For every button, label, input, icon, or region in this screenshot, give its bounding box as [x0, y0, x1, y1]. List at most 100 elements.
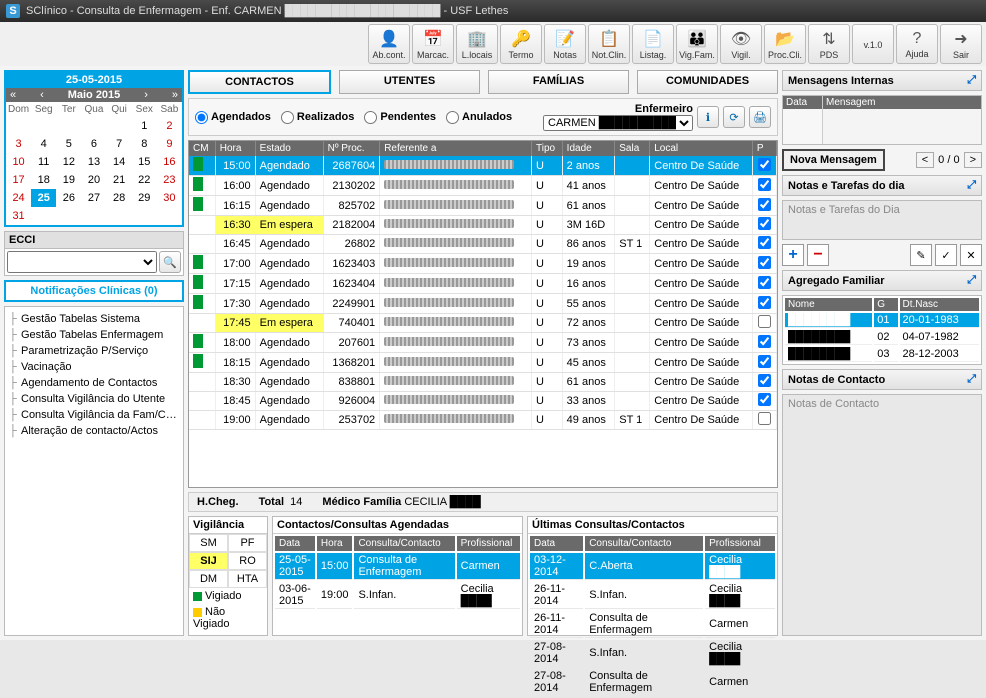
clinical-notifications[interactable]: Notificações Clínicas (0) [4, 280, 184, 302]
vig-cell[interactable]: DM [189, 570, 228, 588]
row[interactable]: 27-08-2014S.Infan.Cecilia ████ [530, 640, 775, 667]
expand-icon[interactable]: ⤢ [967, 179, 976, 192]
msg-prev[interactable]: < [916, 152, 934, 168]
calendar-day[interactable]: 12 [56, 153, 81, 171]
tree-item[interactable]: Consulta Vigilância do Utente [7, 391, 181, 407]
agg-row[interactable]: ████████0328-12-2003 [785, 347, 979, 362]
calendar-day[interactable]: 2 [157, 117, 182, 135]
calendar-day[interactable]: 1 [132, 117, 157, 135]
row[interactable]: 03-12-2014C.AbertaCecilia ████ [530, 553, 775, 580]
calendar-day[interactable]: 10 [6, 153, 31, 171]
tree-item[interactable]: Vacinação [7, 359, 181, 375]
calendar-day[interactable]: 15 [132, 153, 157, 171]
calendar-day[interactable]: 17 [6, 171, 31, 189]
calendar-day[interactable]: 29 [132, 189, 157, 207]
calendar-day[interactable]: 26 [56, 189, 81, 207]
vig-cell[interactable]: RO [228, 552, 267, 570]
edit-icon[interactable]: ✎ [910, 244, 932, 266]
vig-cell[interactable]: PF [228, 534, 267, 552]
remove-icon[interactable]: − [807, 244, 829, 266]
calendar-day[interactable]: 3 [6, 135, 31, 153]
appointment-row[interactable]: 18:30Agendado838801U61 anosCentro De Saú… [189, 373, 777, 392]
calendar-day[interactable]: 8 [132, 135, 157, 153]
calendar-day[interactable]: 23 [157, 171, 182, 189]
cal-next-month[interactable]: › [142, 89, 150, 101]
calendar-day[interactable]: 11 [31, 153, 56, 171]
calendar-day[interactable]: 25 [31, 189, 56, 207]
tree-item[interactable]: Consulta Vigilância da Fam/Com [7, 407, 181, 423]
calendar-day[interactable]: 31 [6, 207, 31, 225]
appointment-row[interactable]: 17:15Agendado1623404U16 anosCentro De Sa… [189, 274, 777, 294]
calendar-day[interactable]: 5 [56, 135, 81, 153]
toolbar-proccli[interactable]: 📂Proc.Cli. [764, 24, 806, 64]
calendar-day[interactable]: 24 [6, 189, 31, 207]
toolbar-abcont[interactable]: 👤Ab.cont. [368, 24, 410, 64]
toolbar-ajuda[interactable]: ?Ajuda [896, 24, 938, 64]
add-icon[interactable]: + [782, 244, 804, 266]
appointment-row[interactable]: 18:00Agendado207601U73 anosCentro De Saú… [189, 333, 777, 353]
toolbar-listag[interactable]: 📄Listag. [632, 24, 674, 64]
tab-famílias[interactable]: FAMÍLIAS [488, 70, 629, 94]
check-icon[interactable]: ✓ [935, 244, 957, 266]
vig-cell[interactable]: SM [189, 534, 228, 552]
appointment-row[interactable]: 17:00Agendado1623403U19 anosCentro De Sa… [189, 254, 777, 274]
calendar-day[interactable]: 16 [157, 153, 182, 171]
tab-utentes[interactable]: UTENTES [339, 70, 480, 94]
appointment-row[interactable]: 16:45Agendado26802U86 anosST 1Centro De … [189, 235, 777, 254]
agg-row[interactable]: ████████0204-07-1982 [785, 330, 979, 345]
filter-agendados[interactable]: Agendados [195, 111, 271, 124]
appointment-row[interactable]: 16:15Agendado825702U61 anosCentro De Saú… [189, 196, 777, 216]
appointment-row[interactable]: 17:30Agendado2249901U55 anosCentro De Sa… [189, 294, 777, 314]
cal-prev-year[interactable]: « [8, 89, 18, 101]
appointment-row[interactable]: 16:00Agendado2130202U41 anosCentro De Sa… [189, 176, 777, 196]
calendar-day[interactable]: 7 [107, 135, 132, 153]
tree-item[interactable]: Gestão Tabelas Sistema [7, 311, 181, 327]
calendar-day[interactable]: 18 [31, 171, 56, 189]
cal-next-year[interactable]: » [170, 89, 180, 101]
expand-icon[interactable]: ⤢ [967, 274, 976, 287]
appointment-row[interactable]: 18:45Agendado926004U33 anosCentro De Saú… [189, 392, 777, 411]
toolbar-pds[interactable]: ⇅PDS [808, 24, 850, 64]
filter-realizados[interactable]: Realizados [281, 111, 354, 124]
toolbar-vigfam[interactable]: 👪Vig.Fam. [676, 24, 718, 64]
expand-icon[interactable]: ⤢ [967, 74, 976, 87]
tab-comunidades[interactable]: COMUNIDADES [637, 70, 778, 94]
calendar-day[interactable]: 6 [81, 135, 106, 153]
toolbar-llocais[interactable]: 🏢L.locais [456, 24, 498, 64]
appointment-row[interactable]: 16:30Em espera2182004U3M 16DCentro De Sa… [189, 216, 777, 235]
vig-cell[interactable]: SIJ [189, 552, 228, 570]
appointment-row[interactable]: 17:45Em espera740401U72 anosCentro De Sa… [189, 314, 777, 333]
tab-contactos[interactable]: CONTACTOS [188, 70, 331, 94]
calendar-day[interactable]: 21 [107, 171, 132, 189]
appointment-row[interactable]: 19:00Agendado253702U49 anosST 1Centro De… [189, 411, 777, 430]
row[interactable]: 27-08-2014Consulta de EnfermagemCarmen [530, 669, 775, 696]
calendar-day[interactable]: 27 [81, 189, 106, 207]
toolbar-notclin[interactable]: 📋Not.Clin. [588, 24, 630, 64]
tree-item[interactable]: Alteração de contacto/Actos [7, 423, 181, 439]
tree-item[interactable]: Agendamento de Contactos [7, 375, 181, 391]
calendar-day[interactable]: 13 [81, 153, 106, 171]
calendar-day[interactable]: 28 [107, 189, 132, 207]
toolbar-vigil[interactable]: 👁Vigil. [720, 24, 762, 64]
ecci-search-icon[interactable]: 🔍 [159, 251, 181, 273]
calendar-day[interactable]: 19 [56, 171, 81, 189]
row[interactable]: 26-11-2014Consulta de EnfermagemCarmen [530, 611, 775, 638]
calendar-day[interactable]: 22 [132, 171, 157, 189]
toolbar-notas[interactable]: 📝Notas [544, 24, 586, 64]
cal-prev-month[interactable]: ‹ [38, 89, 46, 101]
calendar-day[interactable]: 14 [107, 153, 132, 171]
cancel-icon[interactable]: ✕ [960, 244, 982, 266]
tree-item[interactable]: Parametrização P/Serviço [7, 343, 181, 359]
row[interactable]: 25-05-201515:00Consulta de EnfermagemCar… [275, 553, 520, 580]
calendar-day[interactable]: 9 [157, 135, 182, 153]
toolbar-termo[interactable]: 🔑Termo [500, 24, 542, 64]
calendar-day[interactable]: 30 [157, 189, 182, 207]
calendar-day[interactable]: 20 [81, 171, 106, 189]
msg-next[interactable]: > [964, 152, 982, 168]
print-icon[interactable]: 🖨 [749, 106, 771, 128]
filter-pendentes[interactable]: Pendentes [364, 111, 436, 124]
expand-icon[interactable]: ⤢ [967, 373, 976, 386]
ecci-select[interactable] [7, 251, 157, 273]
appointment-row[interactable]: 18:15Agendado1368201U45 anosCentro De Sa… [189, 353, 777, 373]
agg-row[interactable]: ████████0120-01-1983 [785, 313, 979, 328]
